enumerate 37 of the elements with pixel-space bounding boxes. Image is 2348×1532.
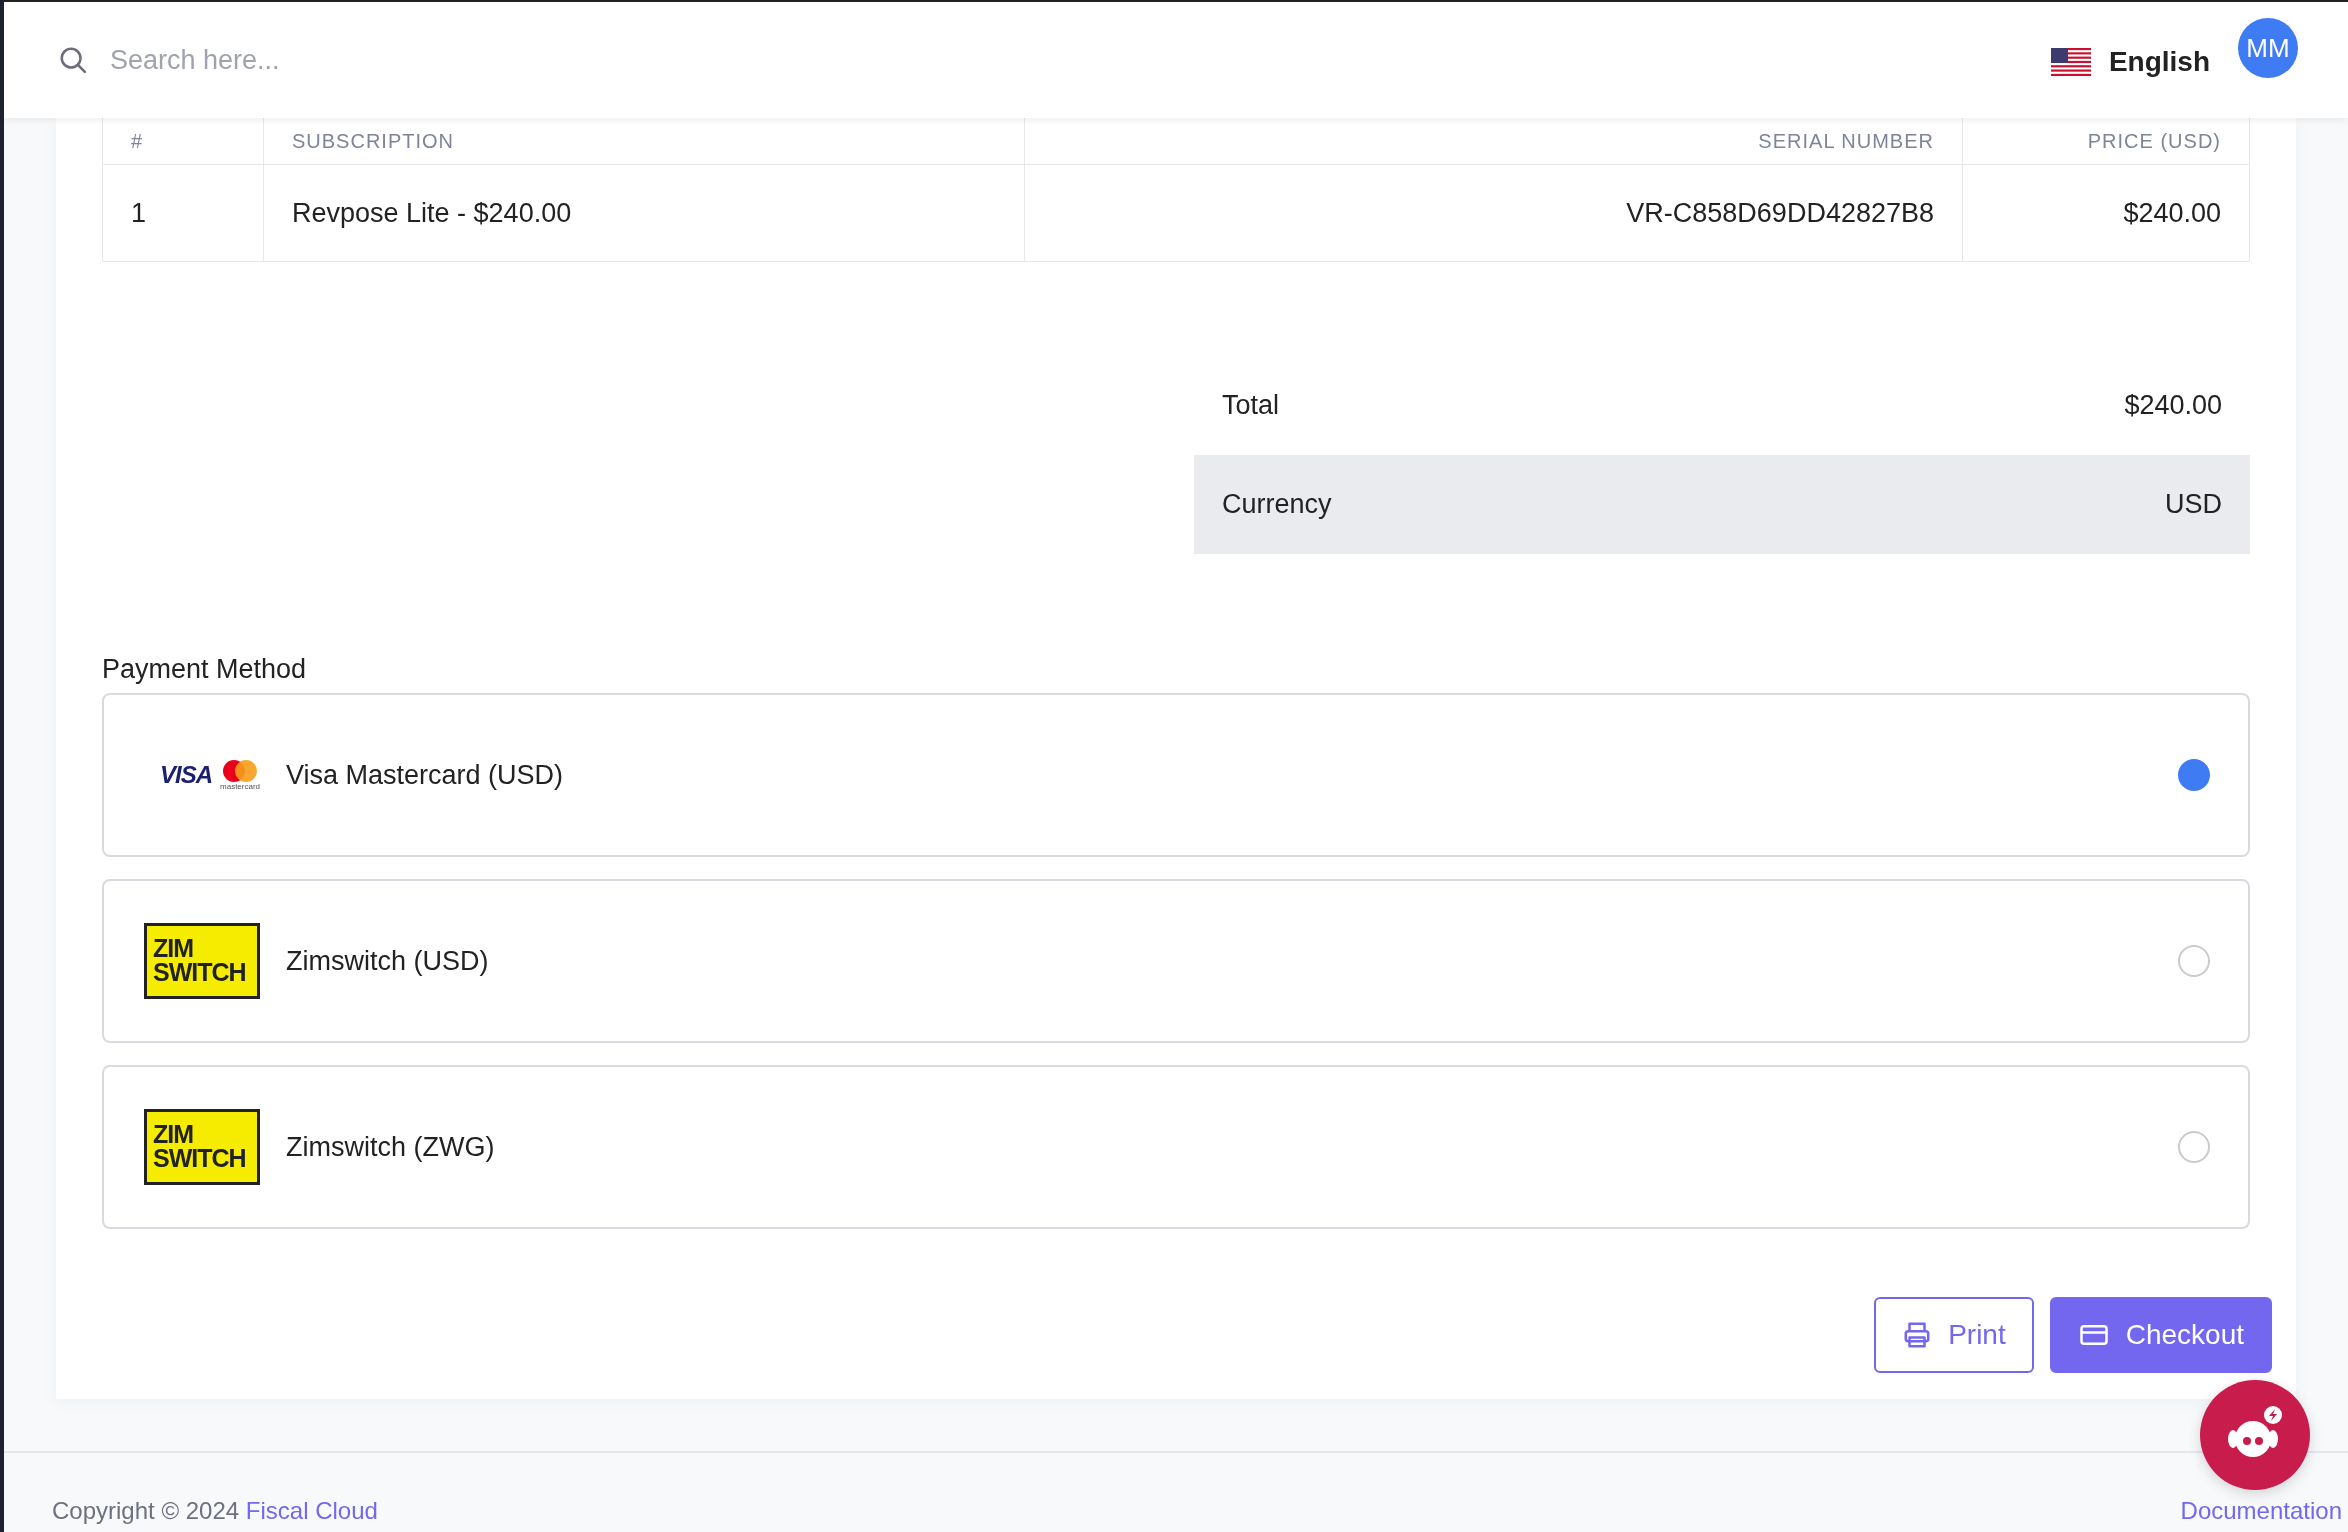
payment-option[interactable]: ZIM SWITCH Zimswitch (ZWG)	[102, 1065, 2250, 1229]
print-button[interactable]: Print	[1874, 1297, 2034, 1373]
mastercard-logo: mastercard	[220, 759, 261, 791]
zimswitch-logo: ZIM SWITCH	[144, 923, 260, 999]
summary-value: USD	[2165, 489, 2222, 520]
table-cell: Revpose Lite - $240.00	[263, 164, 1025, 262]
column-header: SERIAL NUMBER	[1024, 118, 1963, 165]
card-logo-text: VISA	[160, 761, 212, 789]
payment-option[interactable]: ZIM SWITCH Zimswitch (USD)	[102, 879, 2250, 1043]
summary-value: $240.00	[2124, 390, 2222, 421]
radio-button[interactable]	[2178, 759, 2210, 791]
zimswitch-logo: ZIM SWITCH	[144, 1109, 260, 1185]
checkout-button[interactable]: Checkout	[2049, 1297, 2272, 1373]
documentation-link[interactable]: Documentation	[2180, 1497, 2342, 1525]
flag-icon	[2050, 48, 2091, 76]
language-selector[interactable]: English	[2050, 46, 2210, 78]
option-label: Visa Mastercard (USD)	[286, 759, 565, 791]
table-cell: 1	[102, 164, 264, 262]
option-label: Zimswitch (USD)	[286, 945, 490, 977]
radio-button[interactable]	[2178, 1131, 2210, 1163]
column-header: SUBSCRIPTION	[263, 118, 1025, 165]
summary-label: Currency	[1222, 489, 1332, 520]
section-label: Payment Method	[102, 654, 308, 685]
printer-icon	[1902, 1320, 1933, 1350]
option-label: Zimswitch (ZWG)	[286, 1131, 496, 1163]
summary-label: Total	[1222, 390, 1280, 421]
payment-option[interactable]: VISA mastercard Visa Mastercard (USD)	[102, 693, 2250, 857]
search-icon	[58, 45, 88, 75]
table-cell: $240.00	[1962, 164, 2250, 262]
brand-link[interactable]: Fiscal Cloud	[245, 1497, 378, 1524]
column-header: #	[102, 118, 264, 165]
radio-button[interactable]	[2178, 945, 2210, 977]
search-field[interactable]: Search here...	[108, 43, 612, 77]
copyright-text: Copyright © 2024 Fiscal Cloud	[52, 1497, 378, 1525]
column-header: PRICE (USD)	[1962, 118, 2250, 165]
table-cell: VR-C858D69DD42827B8	[1024, 164, 1963, 262]
user-avatar[interactable]: MM	[2238, 18, 2298, 78]
